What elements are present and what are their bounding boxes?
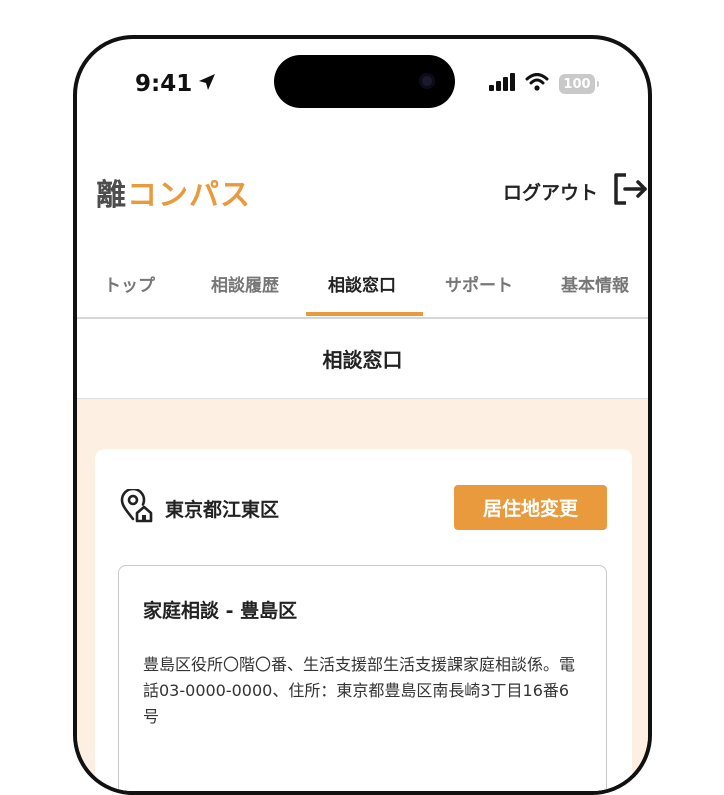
active-tab-indicator	[306, 312, 423, 316]
area-name: 東京都江東区	[165, 498, 280, 521]
wifi-icon	[525, 73, 549, 95]
office-item: 家庭相談 - 豊島区 豊島区役所〇階〇番、生活支援部生活支援課家庭相談係。電話0…	[118, 565, 607, 791]
tab-top[interactable]: トップ	[104, 271, 155, 296]
page-title: 相談窓口	[322, 348, 403, 372]
logout-button[interactable]: ログアウト	[503, 171, 648, 212]
location-arrow-icon	[198, 71, 216, 97]
tab-bar: トップ 相談履歴 相談窓口 サポート 基本情報	[77, 261, 648, 319]
status-indicators: 100	[489, 73, 599, 95]
phone-frame: 9:41 100 離 コンパス ログアウト トップ 相談履歴 相談窓口 サポート…	[73, 35, 652, 795]
camera-icon	[419, 73, 435, 89]
signal-icon	[489, 73, 515, 95]
area-row: 東京都江東区	[119, 487, 280, 527]
tab-basic-info[interactable]: 基本情報	[561, 271, 629, 296]
battery-level: 100	[563, 76, 591, 92]
status-time: 9:41	[135, 71, 216, 97]
dynamic-island	[274, 55, 455, 108]
app-logo: 離 コンパス	[96, 170, 251, 214]
location-home-icon	[119, 487, 153, 527]
tab-consultation[interactable]: 相談窓口	[328, 271, 396, 296]
logo-text-compass: コンパス	[127, 178, 251, 213]
time-text: 9:41	[135, 71, 193, 97]
logout-label: ログアウト	[502, 182, 598, 204]
office-description: 豊島区役所〇階〇番、生活支援部生活支援課家庭相談係。電話03-0000-0000…	[143, 655, 576, 726]
consultation-card: 東京都江東区 居住地変更 家庭相談 - 豊島区 豊島区役所〇階〇番、生活支援部生…	[95, 449, 632, 791]
tab-history[interactable]: 相談履歴	[211, 271, 279, 296]
change-residence-button[interactable]: 居住地変更	[454, 485, 607, 530]
page-title-bar: 相談窓口	[77, 319, 648, 399]
battery-icon: 100	[559, 74, 599, 94]
logo-text-ri: 離	[96, 178, 127, 213]
logout-icon	[612, 171, 648, 212]
office-title: 家庭相談 - 豊島区	[143, 600, 298, 622]
tab-support[interactable]: サポート	[445, 271, 513, 296]
